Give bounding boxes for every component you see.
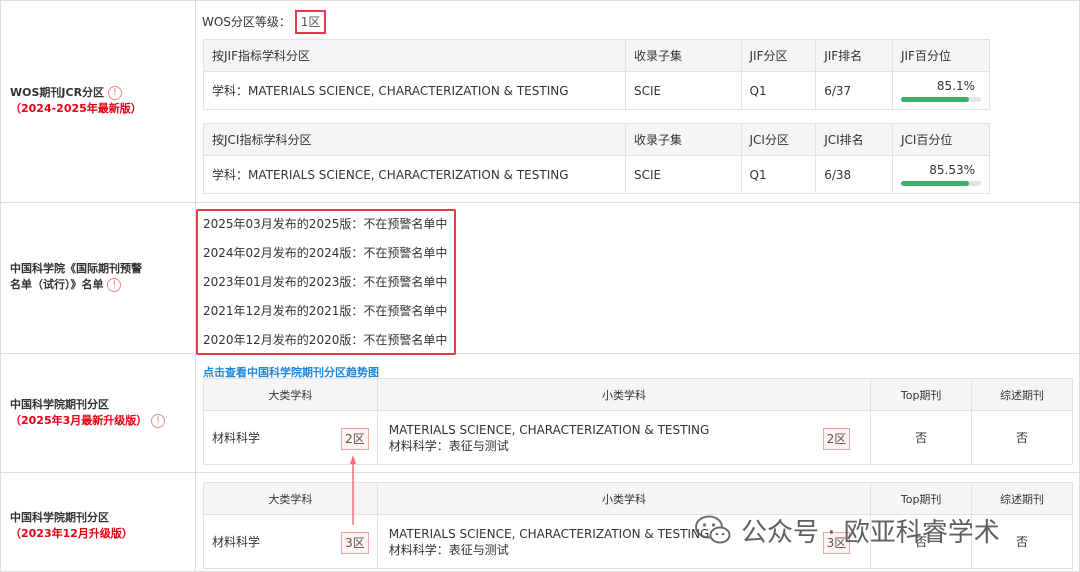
- col-header: JCI分区: [740, 123, 817, 156]
- cas-2025-row: 中国科学院期刊分区 （2025年3月最新升级版） ! 点击查看中国科学院期刊分区…: [1, 354, 1080, 473]
- percentile-value: 85.1%: [936, 79, 975, 93]
- jif-table: 按JIF指标学科分区 收录子集 JIF分区 JIF排名 JIF百分位 学科：MA…: [203, 39, 991, 110]
- cas-2025-label-version: （2025年3月最新升级版）: [10, 414, 148, 427]
- subject-cell: 学科：MATERIALS SCIENCE, CHARACTERIZATION &…: [203, 71, 626, 110]
- jcr-label-version: （2024-2025年最新版）: [10, 102, 142, 115]
- jcr-label-cell: WOS期刊JCR分区 ! （2024-2025年最新版）: [1, 1, 196, 202]
- watermark-text: 公众号 · 欧亚科睿学术: [741, 517, 1000, 548]
- table-row: 学科：MATERIALS SCIENCE, CHARACTERIZATION &…: [203, 71, 991, 110]
- wos-level: WOS分区等级： 1区: [202, 10, 327, 34]
- col-header: 综述期刊: [971, 378, 1073, 411]
- table-row: 材料科学 2区 MATERIALS SCIENCE, CHARACTERIZAT…: [203, 410, 1073, 465]
- major-subject: 材料科学: [212, 535, 261, 549]
- zone-badge: 2区: [341, 428, 369, 450]
- list-item: 2024年02月发布的2024版：不在预警名单中: [203, 246, 448, 260]
- warning-label: 中国科学院《国际期刊预警 名单（试行）》名单 !: [10, 261, 142, 293]
- watermark: 公众号 · 欧亚科睿学术: [695, 508, 1000, 552]
- percentile-value: 85.53%: [929, 163, 975, 177]
- up-arrow-icon: [350, 455, 356, 525]
- warning-label-title-2: 名单（试行）》名单: [10, 278, 104, 291]
- col-header: 小类学科: [376, 378, 872, 411]
- col-header: 按JIF指标学科分区: [203, 39, 626, 72]
- cas-2025-label-title: 中国科学院期刊分区: [10, 398, 109, 411]
- col-header: JIF百分位: [891, 39, 991, 72]
- percentile-cell: 85.53%: [891, 155, 991, 194]
- minor-subject-cell: MATERIALS SCIENCE, CHARACTERIZATION & TE…: [376, 410, 872, 465]
- journal-info-panel: WOS期刊JCR分区 ! （2024-2025年最新版） WOS分区等级： 1区…: [0, 0, 1080, 572]
- minor-subject-en: MATERIALS SCIENCE, CHARACTERIZATION & TE…: [388, 422, 710, 437]
- col-header: 大类学科: [203, 378, 378, 411]
- quartile-cell: Q1: [740, 71, 817, 110]
- list-item: 2023年01月发布的2023版：不在预警名单中: [203, 275, 448, 289]
- subset-cell: SCIE: [625, 155, 742, 194]
- top-journal-cell: 否: [870, 410, 973, 465]
- cas-2025-table: 大类学科 小类学科 Top期刊 综述期刊 材料科学 2区 MATERIALS S…: [203, 378, 1073, 465]
- table-row: 学科：MATERIALS SCIENCE, CHARACTERIZATION &…: [203, 155, 991, 194]
- info-icon[interactable]: !: [151, 414, 166, 428]
- rank-cell: 6/37: [815, 71, 893, 110]
- jci-table: 按JCI指标学科分区 收录子集 JCI分区 JCI排名 JCI百分位 学科：MA…: [203, 123, 991, 194]
- cas-2025-label-cell: 中国科学院期刊分区 （2025年3月最新升级版） !: [1, 354, 196, 472]
- col-header: Top期刊: [870, 378, 973, 411]
- col-header: JIF分区: [740, 39, 817, 72]
- cas-2023-label-cell: 中国科学院期刊分区 （2023年12月升级版）: [1, 473, 196, 572]
- percentile-bar-fill: [900, 97, 970, 102]
- jcr-label: WOS期刊JCR分区 ! （2024-2025年最新版）: [10, 85, 142, 117]
- list-item: 2021年12月发布的2021版：不在预警名单中: [203, 304, 448, 318]
- cas-2023-label-title: 中国科学院期刊分区: [10, 511, 109, 524]
- wos-level-label: WOS分区等级：: [202, 15, 291, 29]
- list-item: 2020年12月发布的2020版：不在预警名单中: [203, 333, 448, 347]
- col-header: 收录子集: [625, 123, 742, 156]
- review-journal-cell: 否: [971, 410, 1073, 465]
- table-header-row: 按JIF指标学科分区 收录子集 JIF分区 JIF排名 JIF百分位: [203, 39, 991, 72]
- col-header: JIF排名: [815, 39, 893, 72]
- table-header-row: 大类学科 小类学科 Top期刊 综述期刊: [203, 378, 1073, 411]
- rank-cell: 6/38: [815, 155, 893, 194]
- col-header: JCI排名: [815, 123, 893, 156]
- col-header: 收录子集: [625, 39, 742, 72]
- cas-2023-label: 中国科学院期刊分区 （2023年12月升级版）: [10, 510, 133, 542]
- wos-level-badge: 1区: [294, 10, 327, 34]
- subset-cell: SCIE: [625, 71, 742, 110]
- zone-badge: 2区: [822, 428, 851, 450]
- jcr-row: WOS期刊JCR分区 ! （2024-2025年最新版） WOS分区等级： 1区…: [1, 1, 1080, 203]
- percentile-cell: 85.1%: [891, 71, 991, 110]
- col-header: 按JCI指标学科分区: [203, 123, 626, 156]
- info-icon[interactable]: !: [107, 278, 122, 292]
- quartile-cell: Q1: [740, 155, 817, 194]
- warning-row: 中国科学院《国际期刊预警 名单（试行）》名单 ! 2025年03月发布的2025…: [1, 203, 1080, 355]
- cas-2023-label-version: （2023年12月升级版）: [10, 527, 133, 540]
- subject-cell: 学科：MATERIALS SCIENCE, CHARACTERIZATION &…: [203, 155, 626, 194]
- list-item: 2025年03月发布的2025版：不在预警名单中: [203, 217, 448, 231]
- warning-list: 2025年03月发布的2025版：不在预警名单中 2024年02月发布的2024…: [196, 209, 456, 355]
- percentile-bar-fill: [900, 181, 970, 186]
- table-header-row: 按JCI指标学科分区 收录子集 JCI分区 JCI排名 JCI百分位: [203, 123, 991, 156]
- major-subject: 材料科学: [212, 431, 261, 445]
- percentile-bar: [900, 97, 981, 102]
- cas-2025-label: 中国科学院期刊分区 （2025年3月最新升级版） !: [10, 397, 166, 429]
- warning-label-cell: 中国科学院《国际期刊预警 名单（试行）》名单 !: [1, 203, 196, 353]
- zone-badge: 3区: [341, 532, 369, 554]
- col-header: JCI百分位: [891, 123, 991, 156]
- wechat-icon: [695, 515, 731, 544]
- info-icon[interactable]: !: [107, 86, 122, 100]
- percentile-bar: [900, 181, 981, 186]
- jcr-label-title: WOS期刊JCR分区: [10, 86, 105, 99]
- warning-label-title: 中国科学院《国际期刊预警: [10, 262, 142, 275]
- minor-subject-cn: 材料科学：表征与测试: [388, 438, 509, 453]
